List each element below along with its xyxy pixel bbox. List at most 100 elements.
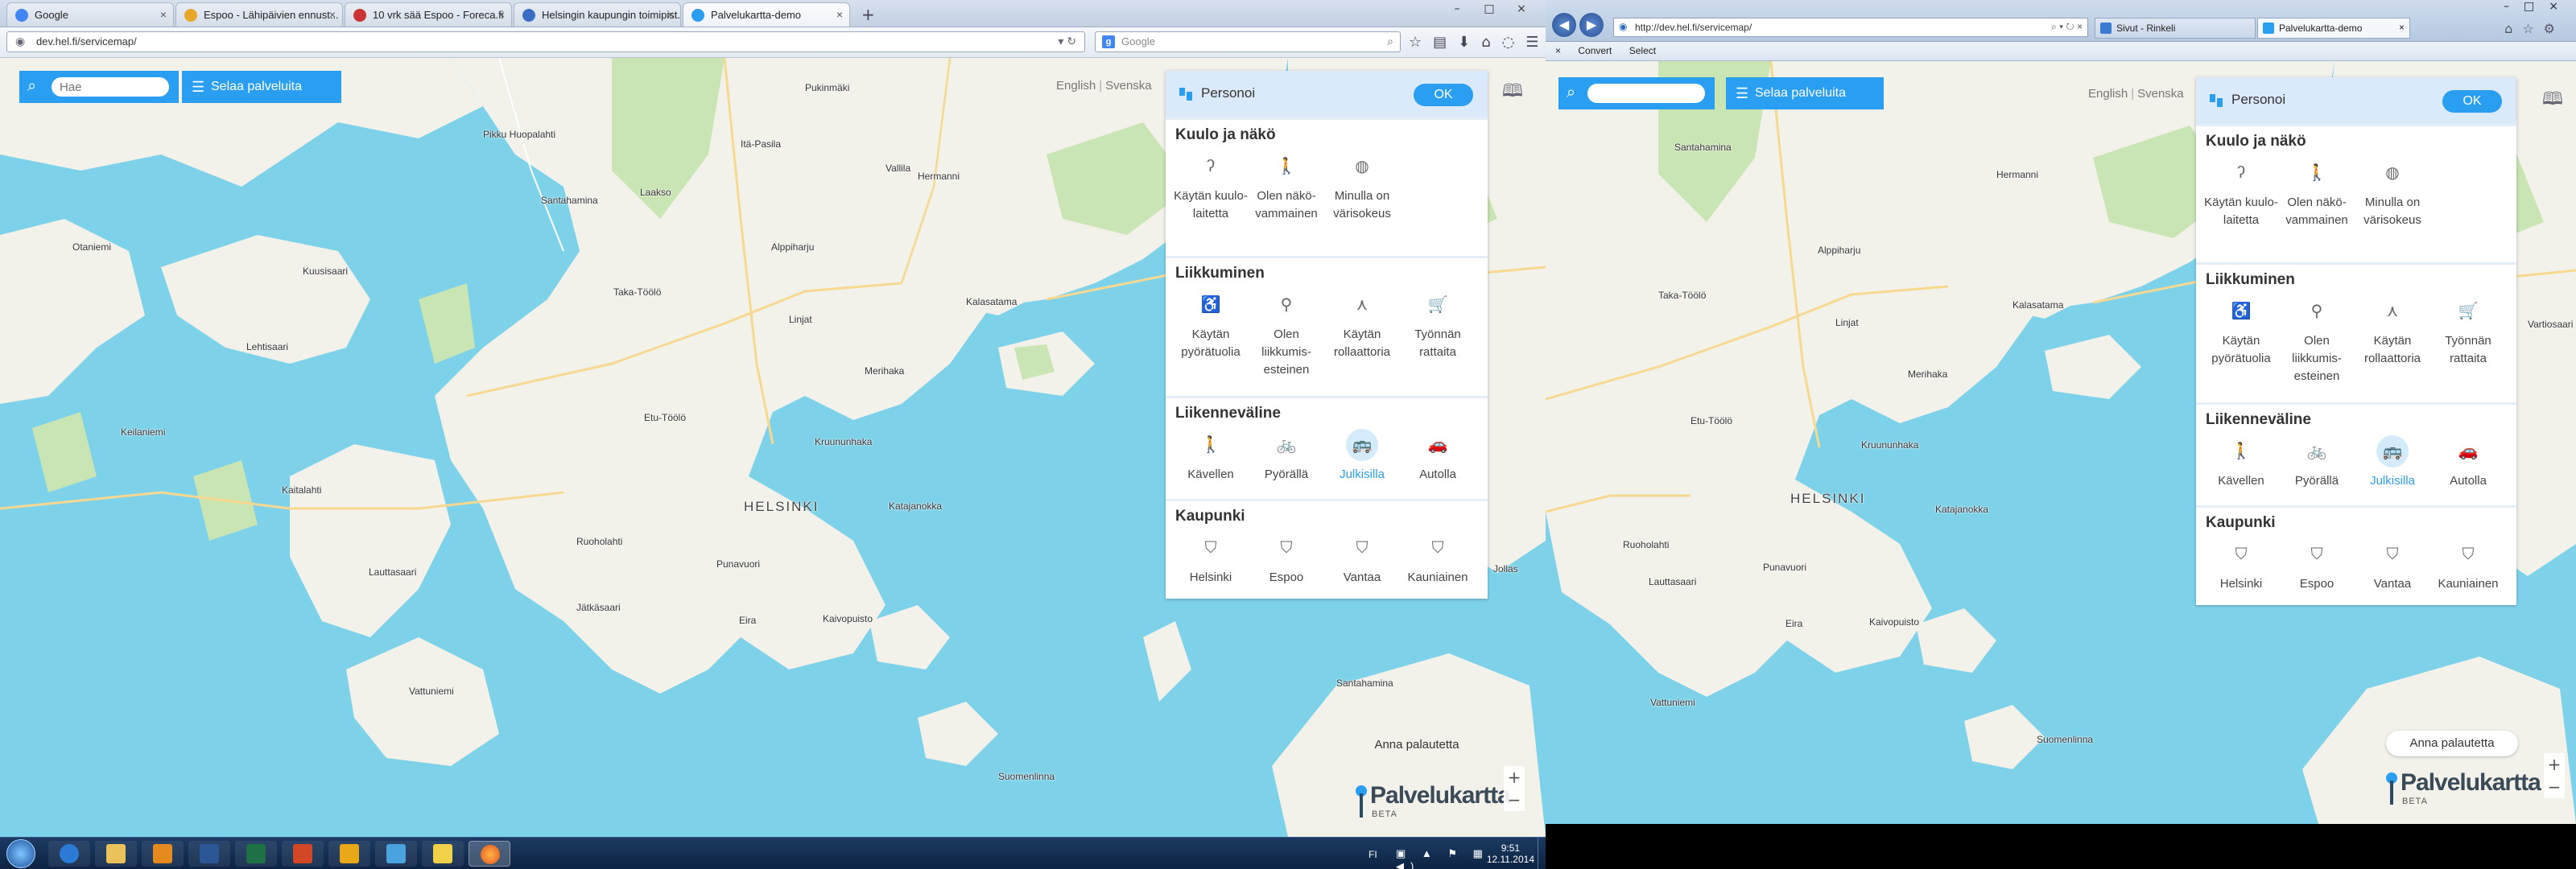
ie-tab-palvelukartta[interactable]: Palvelukartta-demo × <box>2257 18 2410 39</box>
ie-tab-rinkeli[interactable]: Sivut - Rinkeli <box>2095 18 2256 39</box>
home-icon[interactable]: ⌂ <box>2504 21 2522 36</box>
option-rollator[interactable]: ⋏ Käytän rollaattoria <box>2354 295 2431 368</box>
browser-tab-espoo-forecast[interactable]: Espoo - Lähipäivien ennust... × <box>175 2 343 27</box>
tray-icons[interactable]: ▣ ▲ ⚑ ▦ ◀) <box>1396 847 1497 869</box>
minimize-icon[interactable]: – <box>1441 2 1473 19</box>
maximize-icon[interactable]: □ <box>1473 2 1505 19</box>
bookmark-star-icon[interactable]: ☆ <box>1409 34 1433 51</box>
option-bicycle[interactable]: 🚲 Pyörällä <box>1248 429 1325 484</box>
close-tab-icon[interactable]: × <box>2399 22 2405 33</box>
option-rollator[interactable]: ⋏ Käytän rollaattoria <box>1323 289 1401 361</box>
option-bus[interactable]: 🚌 Julkisilla <box>1323 429 1401 484</box>
option-stroller[interactable]: 🛒 Työnnän rattaita <box>1399 289 1476 361</box>
ie-address-bar[interactable]: ◉ http://dev.hel.fi/servicemap/ ⌕ ▾ ↻ × <box>1613 18 2088 37</box>
home-icon[interactable]: ⌂ <box>1481 34 1501 51</box>
option-walk[interactable]: 🚶 Kävellen <box>1172 429 1249 484</box>
feedback-button[interactable]: Anna palautetta <box>1352 732 1481 758</box>
maximize-icon[interactable]: □ <box>2524 0 2549 13</box>
settings-gear-icon[interactable]: ⚙ <box>2544 21 2565 36</box>
option-bus[interactable]: 🚌 Julkisilla <box>2354 435 2431 490</box>
option-ear[interactable]: ʔ Käytän kuulo-laitetta <box>2202 157 2280 229</box>
taskbar-firefox[interactable] <box>469 841 510 867</box>
close-tab-icon[interactable]: × <box>329 8 336 21</box>
taskbar-remote[interactable] <box>375 841 417 867</box>
browser-tab-foreca[interactable]: 10 vrk sää Espoo - Foreca.fi × <box>345 2 512 27</box>
service-map[interactable]: Otaniemi Kuusisaari Lehtisaari Keilaniem… <box>0 58 1546 837</box>
search-input[interactable] <box>1587 84 1705 103</box>
ie-refresh-icon[interactable]: ⌕ ▾ ↻ × <box>2051 21 2083 33</box>
close-tab-icon[interactable]: × <box>498 8 505 21</box>
feedback-button[interactable]: Anna palautetta <box>2386 731 2518 756</box>
map-book-icon[interactable]: 🕮 <box>2542 85 2563 116</box>
forward-icon[interactable]: ▶ <box>1579 13 1604 37</box>
close-window-icon[interactable]: × <box>2549 0 2573 13</box>
map-book-icon[interactable]: 🕮 <box>1502 77 1523 108</box>
option-kauniainen-crest[interactable]: ⛉ Kauniainen <box>2429 538 2507 593</box>
option-bicycle[interactable]: 🚲 Pyörällä <box>2278 435 2355 490</box>
option-blind-cane[interactable]: 🚶 Olen näkö-vammainen <box>1248 150 1325 223</box>
download-icon[interactable]: ⬇ <box>1458 34 1481 51</box>
option-wheelchair[interactable]: ♿ Käytän pyörätuolia <box>2202 295 2280 368</box>
zoom-out-button[interactable]: − <box>1504 789 1525 811</box>
browser-tab-google[interactable]: Google × <box>6 2 174 27</box>
lang-svenska-link[interactable]: Svenska <box>1105 79 1152 93</box>
chat-icon[interactable]: ◌ <box>1502 34 1526 51</box>
zoom-in-button[interactable]: + <box>1504 766 1525 789</box>
close-bar-icon[interactable]: × <box>1555 45 1561 56</box>
browser-tab-helsinki[interactable]: Helsingin kaupungin toimipist... × <box>514 2 681 27</box>
option-vantaa-crest[interactable]: ⛉ Vantaa <box>2354 538 2431 593</box>
option-helsinki-crest[interactable]: ⛉ Helsinki <box>2202 538 2280 593</box>
browser-tab-palvelukartta[interactable]: Palvelukartta-demo × <box>683 2 850 27</box>
taskbar-ie[interactable] <box>48 841 90 867</box>
convert-button[interactable]: Convert <box>1578 45 1612 56</box>
new-tab-icon[interactable]: + <box>861 5 875 24</box>
taskbar-outlook[interactable] <box>328 841 370 867</box>
browse-services-button[interactable]: ☰ Selaa palveluita <box>1726 77 1884 109</box>
bookmarks-list-icon[interactable]: ▤ <box>1433 34 1458 51</box>
minimize-icon[interactable]: – <box>2504 0 2524 13</box>
option-walk[interactable]: 🚶 Kävellen <box>2202 435 2280 490</box>
option-ear[interactable]: ʔ Käytän kuulo-laitetta <box>1172 150 1249 223</box>
taskbar-explorer[interactable] <box>95 841 137 867</box>
option-car[interactable]: 🚗 Autolla <box>1399 429 1476 484</box>
ok-button[interactable]: OK <box>2442 90 2502 113</box>
option-walking-impaired[interactable]: ⚲ Olen liikkumis-esteinen <box>2278 295 2355 385</box>
taskbar-excel[interactable] <box>235 841 277 867</box>
back-icon[interactable]: ◀ <box>1552 13 1576 37</box>
ok-button[interactable]: OK <box>1414 84 1473 106</box>
favorites-star-icon[interactable]: ☆ <box>2522 21 2543 36</box>
close-tab-icon[interactable]: × <box>667 8 674 21</box>
option-car[interactable]: 🚗 Autolla <box>2429 435 2507 490</box>
close-tab-icon[interactable]: × <box>836 8 843 21</box>
zoom-out-button[interactable]: − <box>2544 776 2565 798</box>
search-icon[interactable]: ⌕ <box>1387 35 1393 48</box>
zoom-in-button[interactable]: + <box>2544 753 2565 776</box>
search-input[interactable] <box>52 77 169 97</box>
option-blind-cane[interactable]: 🚶 Olen näkö-vammainen <box>2278 157 2355 229</box>
hamburger-menu-icon[interactable]: ☰ <box>1525 34 1546 51</box>
select-button[interactable]: Select <box>1629 45 1656 56</box>
lang-english-link[interactable]: English <box>2088 87 2128 101</box>
lang-svenska-link[interactable]: Svenska <box>2137 87 2184 101</box>
option-walking-impaired[interactable]: ⚲ Olen liikkumis-esteinen <box>1248 289 1325 379</box>
reload-icon[interactable]: ▾ ↻ <box>1058 35 1076 48</box>
show-desktop-button[interactable] <box>1538 838 1546 869</box>
taskbar-powerpoint[interactable] <box>282 841 324 867</box>
option-vantaa-crest[interactable]: ⛉ Vantaa <box>1323 532 1401 587</box>
option-espoo-crest[interactable]: ⛉ Espoo <box>1248 532 1325 587</box>
url-bar[interactable]: ◉ dev.hel.fi/servicemap/ ▾ ↻ <box>6 31 1085 52</box>
search-icon[interactable]: ⌕ <box>1567 82 1575 101</box>
start-button[interactable] <box>6 839 35 868</box>
taskbar-notes[interactable] <box>422 841 464 867</box>
close-tab-icon[interactable]: × <box>160 8 167 21</box>
taskbar-media[interactable] <box>142 841 184 867</box>
close-window-icon[interactable]: × <box>1505 2 1538 19</box>
lang-english-link[interactable]: English <box>1056 79 1096 93</box>
option-stroller[interactable]: 🛒 Työnnän rattaita <box>2429 295 2507 368</box>
clock[interactable]: 9:51 12.11.2014 <box>1487 842 1534 865</box>
option-wheelchair[interactable]: ♿ Käytän pyörätuolia <box>1172 289 1249 361</box>
option-color-blind[interactable]: ◍ Minulla on värisokeus <box>1323 150 1401 223</box>
option-helsinki-crest[interactable]: ⛉ Helsinki <box>1172 532 1249 587</box>
option-color-blind[interactable]: ◍ Minulla on värisokeus <box>2354 157 2431 229</box>
option-espoo-crest[interactable]: ⛉ Espoo <box>2278 538 2355 593</box>
